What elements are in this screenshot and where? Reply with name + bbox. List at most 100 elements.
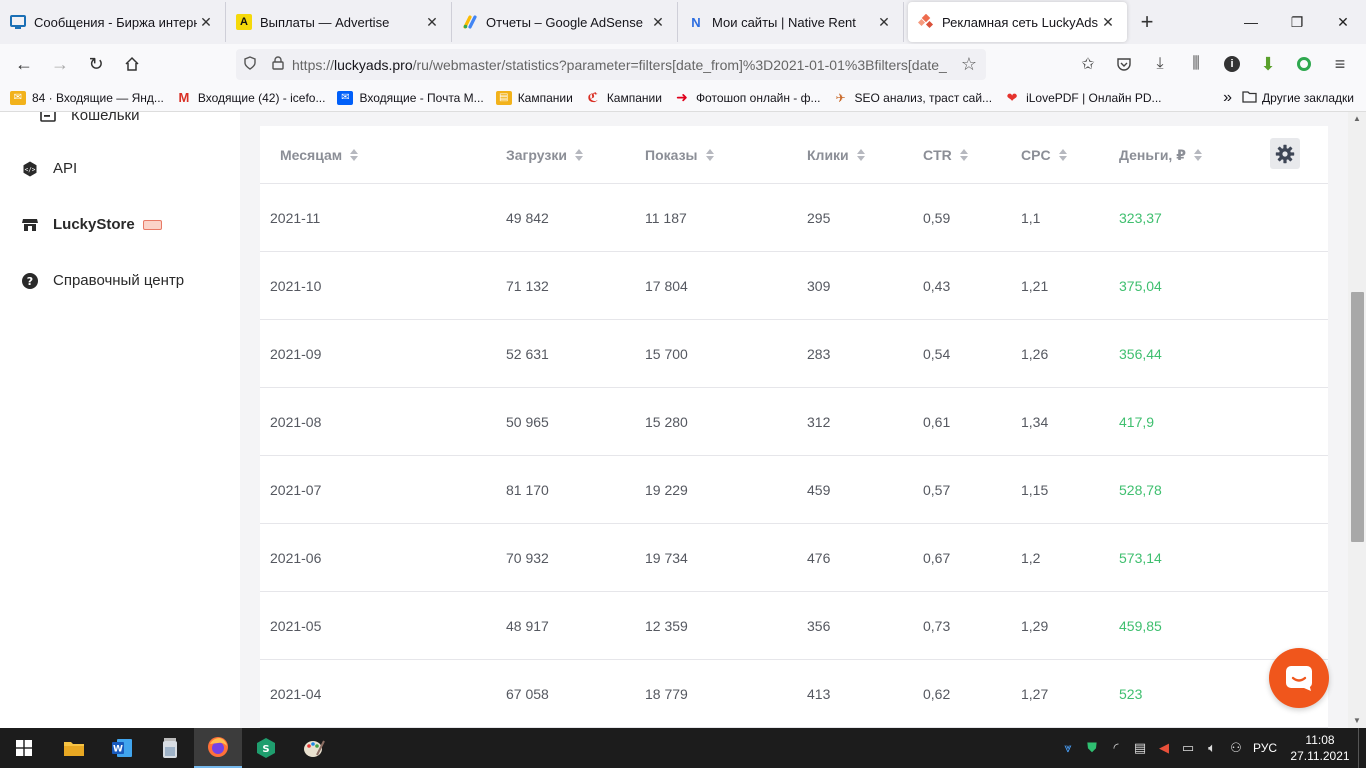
- tray-app-icon[interactable]: ⩔: [1056, 740, 1080, 756]
- tab-adsense[interactable]: Отчеты – Google AdSense ✕: [452, 2, 678, 42]
- antivirus-icon[interactable]: ⛊: [1080, 740, 1104, 756]
- column-header-clicks[interactable]: Клики: [807, 126, 865, 184]
- menu-icon[interactable]: ≡: [1322, 48, 1358, 80]
- file-explorer-icon[interactable]: [50, 728, 98, 768]
- word-icon[interactable]: W: [98, 728, 146, 768]
- pocket-icon[interactable]: [1106, 48, 1142, 80]
- table-row: 2021-04 67 058 18 779 413 0,62 1,27 523: [260, 660, 1328, 728]
- scrollbar-thumb[interactable]: [1351, 292, 1364, 542]
- bookmark-item[interactable]: ▤ Кампании: [495, 90, 573, 105]
- column-header-ctr[interactable]: CTR: [923, 126, 968, 184]
- green-extension-icon[interactable]: [1286, 48, 1322, 80]
- alert-icon[interactable]: ◀: [1152, 740, 1176, 756]
- sort-icon[interactable]: [959, 149, 968, 161]
- sort-icon[interactable]: [574, 149, 583, 161]
- cell-impressions: 17 804: [645, 278, 688, 294]
- minimize-icon[interactable]: —: [1228, 0, 1274, 44]
- close-window-icon[interactable]: ✕: [1320, 0, 1366, 44]
- navigation-toolbar: ← → ↻ https://luckyads.pro/ru/webmaster/…: [0, 44, 1366, 84]
- lock-icon[interactable]: [264, 56, 292, 73]
- new-tab-button[interactable]: +: [1127, 2, 1167, 42]
- cell-loads: 70 932: [506, 550, 549, 566]
- scroll-up-icon[interactable]: ▲: [1348, 112, 1366, 126]
- tab-luckyads[interactable]: Рекламная сеть LuckyAds ✕: [908, 2, 1127, 42]
- restore-icon[interactable]: ❐: [1274, 0, 1320, 44]
- column-header-impressions[interactable]: Показы: [645, 126, 714, 184]
- reload-button[interactable]: ↻: [78, 48, 114, 80]
- windows-start-icon[interactable]: [0, 728, 48, 768]
- reading-list-icon[interactable]: ✩: [1070, 48, 1106, 80]
- forward-button[interactable]: →: [42, 48, 78, 80]
- bookmark-star-icon[interactable]: ☆: [952, 54, 986, 75]
- campaign2-icon: ℭ: [587, 89, 599, 105]
- cell-cpc: 1,27: [1021, 686, 1049, 702]
- column-header-loads[interactable]: Загрузки: [506, 126, 583, 184]
- network-icon[interactable]: ⚇: [1224, 740, 1248, 756]
- library-icon[interactable]: ⫼: [1178, 48, 1214, 80]
- close-icon[interactable]: ✕: [649, 14, 667, 31]
- bookmark-item[interactable]: ➜ Фотошоп онлайн - ф...: [674, 89, 820, 105]
- volume-icon[interactable]: 🔈︎: [1200, 740, 1224, 756]
- info-extension-icon[interactable]: i: [1214, 48, 1250, 80]
- green-app-icon[interactable]: S: [242, 728, 290, 768]
- bookmark-item[interactable]: ℭ Кампании: [585, 89, 661, 105]
- sort-icon[interactable]: [856, 149, 865, 161]
- bookmarks-overflow-button[interactable]: »: [1223, 89, 1232, 107]
- show-desktop-button[interactable]: [1358, 728, 1366, 768]
- api-icon: </>: [22, 161, 38, 177]
- close-icon[interactable]: ✕: [875, 14, 893, 31]
- home-button[interactable]: [114, 48, 150, 80]
- seo-icon: ✈: [835, 90, 846, 105]
- cell-loads: 67 058: [506, 686, 549, 702]
- clock[interactable]: 11:08 27.11.2021: [1282, 732, 1358, 764]
- tab-advertise[interactable]: A Выплаты — Advertise ✕: [226, 2, 452, 42]
- column-header-cpc[interactable]: CPC: [1021, 126, 1067, 184]
- sidebar-item-wallets[interactable]: Кошельки: [40, 112, 139, 124]
- firefox-icon[interactable]: [194, 728, 242, 768]
- bookmark-label: 84 · Входящие — Янд...: [32, 90, 164, 105]
- sort-icon[interactable]: [1058, 149, 1067, 161]
- sidebar-item-help-center[interactable]: ? Справочный центр: [22, 272, 184, 289]
- sort-icon[interactable]: [1193, 149, 1202, 161]
- tab-birzha[interactable]: Сообщения - Биржа интернет ✕: [0, 2, 226, 42]
- chat-widget-button[interactable]: [1269, 648, 1329, 708]
- download-helper-icon[interactable]: ⬇: [1250, 48, 1286, 80]
- sidebar-item-api[interactable]: </> API: [22, 160, 77, 177]
- battery-icon[interactable]: ▭: [1176, 740, 1200, 756]
- bookmark-item[interactable]: M Входящие (42) - icefo...: [176, 90, 325, 105]
- printer-icon[interactable]: ▤: [1128, 740, 1152, 756]
- luckyads-icon: [918, 14, 934, 30]
- close-icon[interactable]: ✕: [1099, 14, 1117, 31]
- jar-app-icon[interactable]: [146, 728, 194, 768]
- bookmark-item[interactable]: ✉ 84 · Входящие — Янд...: [10, 90, 164, 105]
- monitor-icon: [10, 14, 26, 30]
- paint-icon[interactable]: [290, 728, 338, 768]
- shield-icon[interactable]: [236, 56, 264, 73]
- column-header-money[interactable]: Деньги, ₽: [1119, 126, 1202, 184]
- bookmark-item[interactable]: ✉ Входящие - Почта M...: [337, 90, 484, 105]
- close-icon[interactable]: ✕: [423, 14, 441, 31]
- language-indicator[interactable]: РУС: [1248, 741, 1282, 755]
- close-icon[interactable]: ✕: [197, 14, 215, 31]
- cell-money: 523: [1119, 686, 1143, 702]
- page-scrollbar[interactable]: ▲ ▼: [1348, 112, 1366, 728]
- sort-icon[interactable]: [705, 149, 714, 161]
- cell-ctr: 0,57: [923, 482, 951, 498]
- sort-icon[interactable]: [350, 149, 359, 161]
- address-bar[interactable]: https://luckyads.pro/ru/webmaster/statis…: [236, 49, 986, 80]
- sidebar-item-luckystore[interactable]: LuckyStore: [22, 216, 162, 233]
- tab-nativerent[interactable]: N Мои сайты | Native Rent ✕: [678, 2, 904, 42]
- bookmark-item[interactable]: ✈ SEO анализ, траст сай...: [832, 91, 992, 105]
- other-bookmarks[interactable]: Другие закладки: [1262, 91, 1354, 105]
- url-text[interactable]: https://luckyads.pro/ru/webmaster/statis…: [292, 57, 952, 73]
- download-icon[interactable]: ⤓: [1142, 48, 1178, 80]
- table-settings-button[interactable]: [1270, 138, 1300, 169]
- scroll-down-icon[interactable]: ▼: [1348, 714, 1366, 728]
- bookmark-item[interactable]: ❤ iLovePDF | Онлайн PD...: [1004, 90, 1162, 105]
- back-button[interactable]: ←: [6, 48, 42, 80]
- wifi-icon[interactable]: ◜: [1104, 740, 1128, 756]
- cell-impressions: 11 187: [645, 210, 687, 226]
- column-header-month[interactable]: Месяцам: [280, 126, 359, 184]
- clock-date: 27.11.2021: [1290, 749, 1350, 763]
- cell-impressions: 19 229: [645, 482, 688, 498]
